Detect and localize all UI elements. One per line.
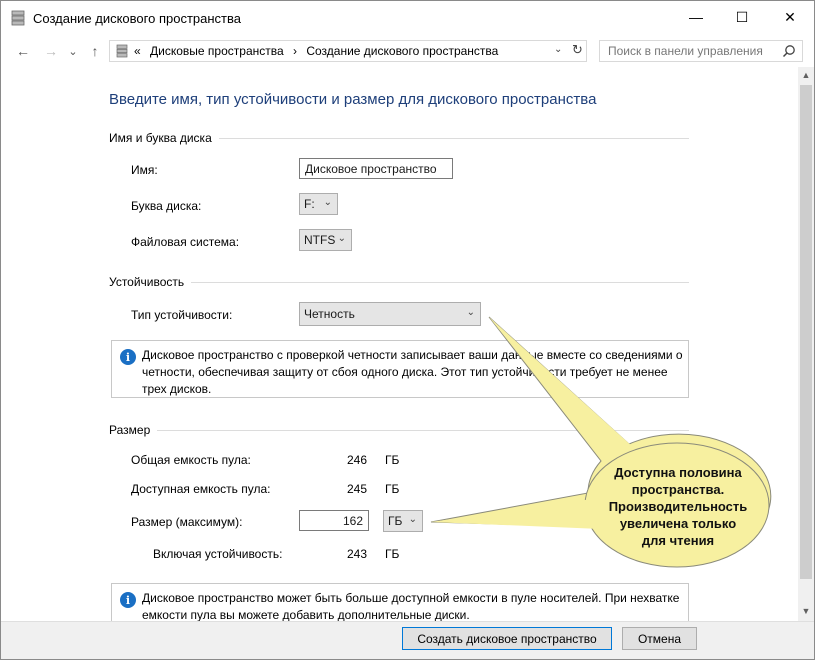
callout-line: для чтения bbox=[641, 533, 715, 548]
app-window: Создание дискового пространства — ☐ ✕ ← … bbox=[0, 0, 815, 660]
callout-line: Производительность bbox=[608, 499, 748, 514]
callout-line: пространства. bbox=[631, 482, 725, 497]
callout-line: Доступна половина bbox=[614, 465, 742, 480]
callout-text: Доступна половина пространства. Производ… bbox=[587, 464, 769, 549]
callout-bubble bbox=[430, 316, 772, 568]
callout-line: увеличена только bbox=[619, 516, 737, 531]
